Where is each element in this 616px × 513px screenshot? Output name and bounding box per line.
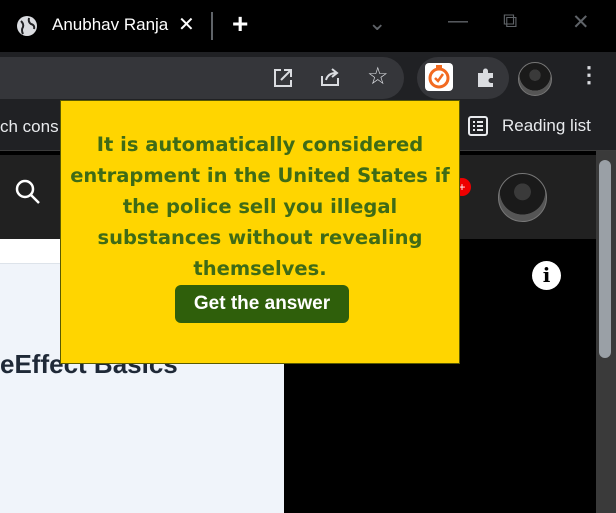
open-in-app-icon[interactable]	[272, 67, 294, 89]
reading-list-icon	[468, 116, 488, 136]
site-profile-avatar[interactable]	[498, 173, 547, 222]
new-tab-button[interactable]: +	[232, 10, 248, 38]
tab-title: Anubhav Ranja	[52, 15, 169, 34]
get-answer-button[interactable]: Get the answer	[175, 285, 349, 323]
minimize-button[interactable]: —	[448, 10, 468, 33]
tab-divider	[211, 12, 213, 40]
search-icon[interactable]	[14, 178, 42, 206]
info-icon[interactable]: i	[532, 261, 561, 290]
restore-button[interactable]: ⧉	[503, 10, 517, 33]
globe-icon	[17, 16, 37, 36]
popup-question: It is automatically considered entrapmen…	[70, 133, 450, 280]
bookmark-item[interactable]: ch cons	[0, 117, 59, 137]
extension-popup: It is automatically considered entrapmen…	[60, 100, 460, 364]
reading-list-button[interactable]: Reading list	[502, 116, 591, 136]
browser-tab[interactable]: Anubhav Ranja ✕	[0, 0, 210, 52]
close-window-button[interactable]: ✕	[572, 10, 590, 35]
scrollbar-thumb[interactable]	[599, 160, 611, 358]
bookmark-star-icon[interactable]: ☆	[367, 65, 389, 89]
timer-extension-icon[interactable]	[425, 63, 453, 91]
browser-menu-icon[interactable]: ⋮	[578, 64, 600, 86]
extensions-puzzle-icon[interactable]	[474, 65, 498, 89]
tab-close-icon[interactable]: ✕	[178, 12, 195, 37]
tab-search-icon[interactable]: ⌄	[368, 10, 386, 36]
share-icon[interactable]	[318, 66, 342, 88]
profile-avatar[interactable]	[518, 62, 552, 96]
address-bar[interactable]	[0, 57, 404, 99]
